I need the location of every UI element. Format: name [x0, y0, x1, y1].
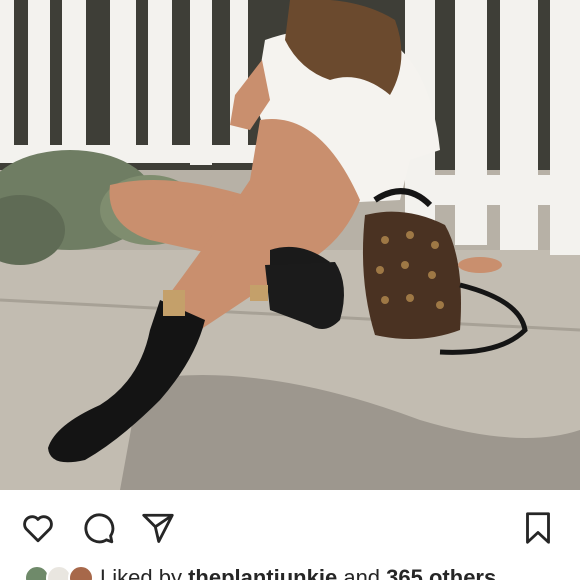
liker-username-link[interactable]: theplantjunkie: [188, 565, 337, 580]
liker-avatar[interactable]: [68, 565, 94, 580]
paper-plane-icon[interactable]: [140, 510, 176, 546]
heart-icon[interactable]: [20, 510, 56, 546]
likes-summary: Liked by theplantjunkie and 365 others: [0, 560, 580, 580]
likes-text: Liked by theplantjunkie and 365 others: [100, 564, 496, 580]
likes-count-link[interactable]: 365 others: [386, 565, 496, 580]
post-image: [0, 0, 580, 490]
bookmark-icon[interactable]: [520, 510, 556, 546]
likes-prefix: Liked by: [100, 565, 182, 580]
post-photo[interactable]: [0, 0, 580, 490]
comment-bubble-icon[interactable]: [80, 510, 116, 546]
post-action-bar: [0, 490, 580, 560]
likes-conjunction: and: [343, 565, 381, 580]
